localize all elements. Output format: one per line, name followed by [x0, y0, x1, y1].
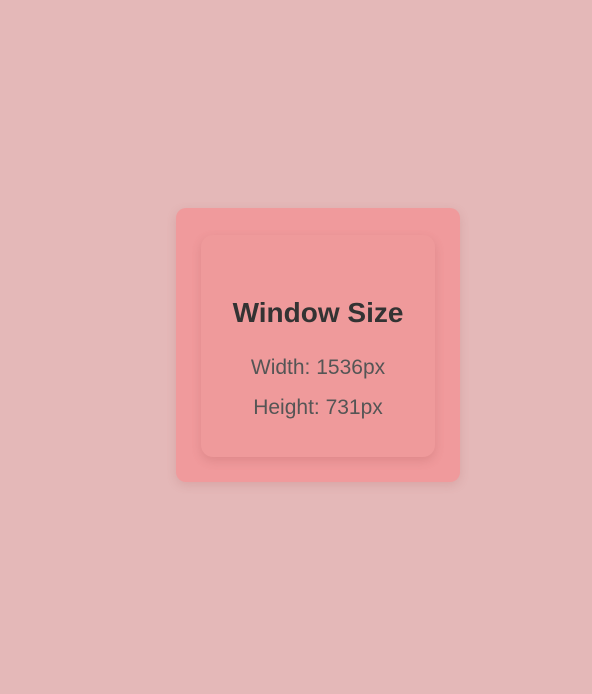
height-readout: Height: 731px — [253, 396, 383, 419]
width-readout: Width: 1536px — [250, 356, 386, 379]
page-background: { "card": { "title": "Window Size", "wid… — [0, 0, 592, 694]
window-size-panel: Window Size Width: 1536px Height: 731px — [201, 235, 435, 457]
window-size-card: Window Size Width: 1536px Height: 731px — [176, 208, 460, 482]
card-title: Window Size — [232, 297, 404, 328]
